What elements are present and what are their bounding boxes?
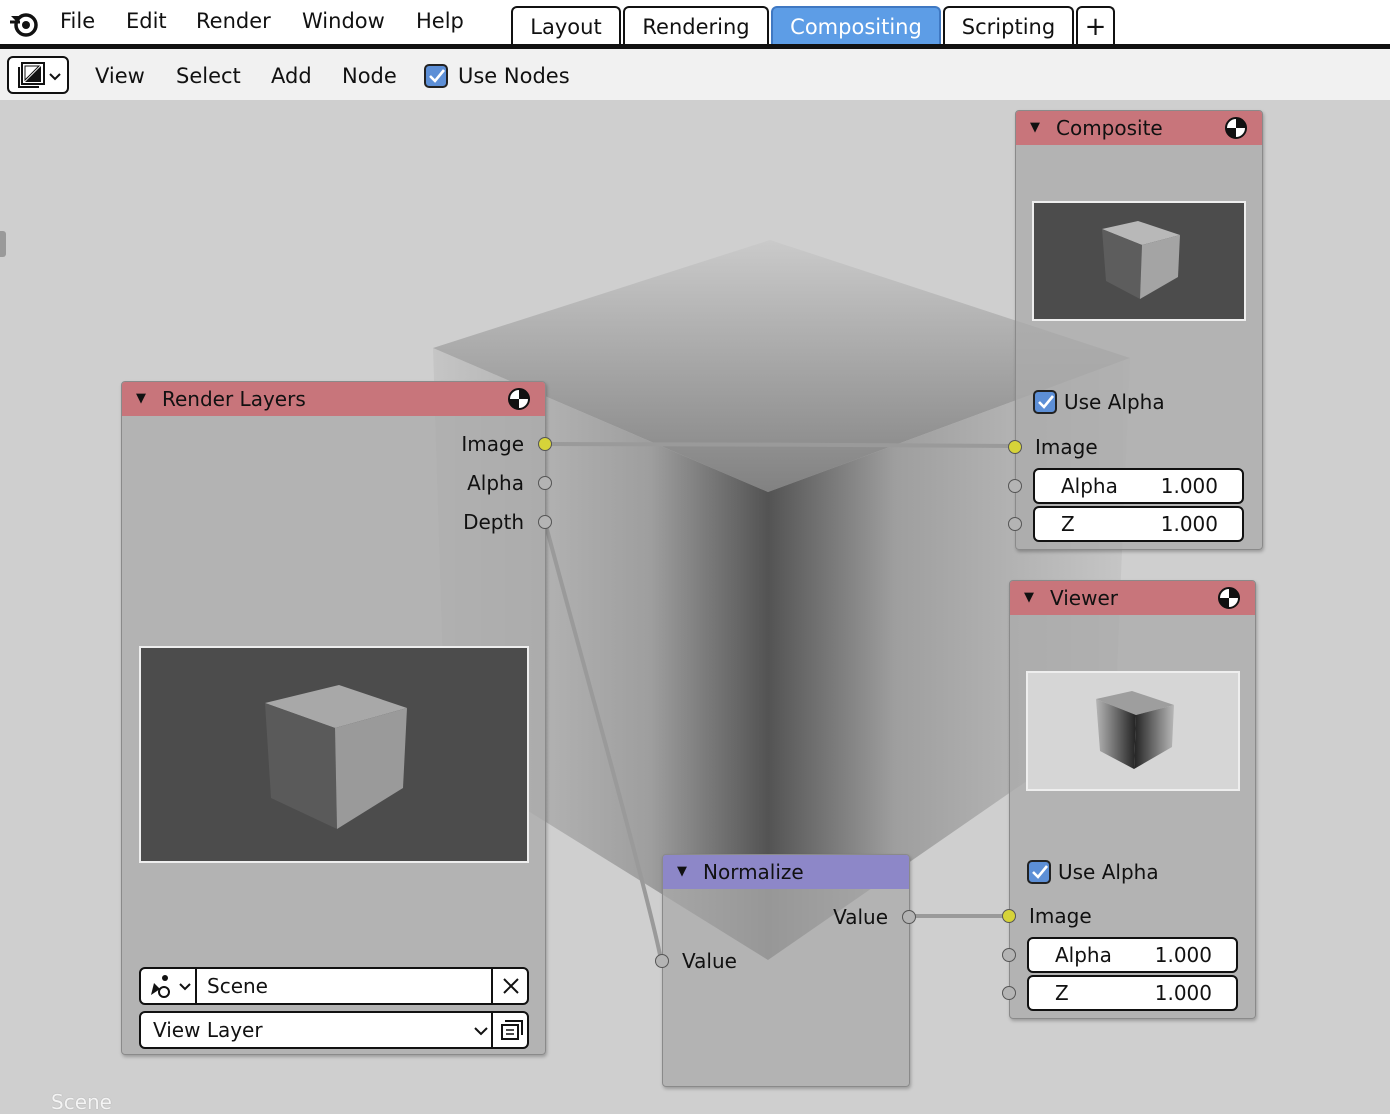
render-preview [139, 646, 529, 863]
add-workspace-button[interactable]: + [1076, 6, 1115, 44]
header-menu-node[interactable]: Node [342, 63, 397, 89]
viewer-preview [1026, 671, 1240, 791]
alpha-field-value: 1.000 [1160, 474, 1218, 498]
z-field-label: Z [1055, 981, 1069, 1005]
cube-depth-preview-image [1096, 691, 1174, 769]
alpha-field-value: 1.000 [1154, 943, 1212, 967]
normalize-header[interactable]: ▼ Normalize [663, 855, 909, 889]
scene-overlay-label: Scene [51, 1090, 112, 1114]
alpha-field-label: Alpha [1055, 943, 1112, 967]
menu-window[interactable]: Window [302, 8, 385, 34]
use-alpha-checkbox[interactable] [1027, 860, 1051, 884]
chevron-down-icon [474, 1027, 488, 1036]
input-z-socket[interactable] [1002, 986, 1016, 1000]
output-alpha-socket[interactable] [538, 476, 552, 490]
render-icon[interactable] [1224, 116, 1248, 140]
node-editor-icon [18, 62, 61, 88]
header-menu-add[interactable]: Add [271, 63, 312, 89]
cube-preview-image [265, 685, 407, 829]
input-image-socket[interactable] [1002, 909, 1016, 923]
collapse-arrow-icon[interactable]: ▼ [677, 855, 687, 889]
close-icon[interactable] [493, 969, 529, 1003]
tab-compositing[interactable]: Compositing [771, 6, 941, 44]
viewer-header[interactable]: ▼ Viewer [1010, 581, 1255, 615]
scene-name: Scene [207, 974, 268, 998]
composite-preview [1032, 201, 1246, 321]
node-editor-header: View Select Add Node Use Nodes [0, 49, 1390, 100]
menu-edit[interactable]: Edit [126, 8, 167, 34]
input-value-socket[interactable] [655, 954, 669, 968]
input-image-label: Image [1035, 435, 1098, 459]
top-menu-bar: File Edit Render Window Help Layout Rend… [0, 0, 1390, 44]
input-image-label: Image [1029, 904, 1092, 928]
tab-layout[interactable]: Layout [511, 6, 621, 44]
scene-icon [151, 975, 191, 998]
input-alpha-socket[interactable] [1008, 479, 1022, 493]
render-layers-node[interactable]: ▼ Render Layers Image Alpha Depth Scene … [121, 381, 552, 1055]
node-title: Render Layers [162, 387, 306, 411]
alpha-value-field[interactable]: Alpha 1.000 [1027, 937, 1238, 973]
use-alpha-label: Use Alpha [1058, 860, 1159, 884]
output-depth-socket[interactable] [538, 515, 552, 529]
checkmark-icon [429, 69, 446, 83]
blender-logo-icon[interactable] [8, 6, 42, 40]
output-value-socket[interactable] [902, 910, 916, 924]
use-alpha-checkbox[interactable] [1033, 390, 1057, 414]
output-image-socket[interactable] [538, 437, 552, 451]
region-scrollbar[interactable] [0, 231, 6, 257]
checkmark-icon [1038, 395, 1055, 409]
collapse-arrow-icon[interactable]: ▼ [1030, 111, 1040, 145]
header-menu-view[interactable]: View [95, 63, 145, 89]
use-nodes-label: Use Nodes [458, 64, 570, 88]
z-field-value: 1.000 [1154, 981, 1212, 1005]
output-image-label: Image [461, 432, 524, 456]
node-canvas[interactable]: Scene ▼ Render Layers Image Alpha Depth [0, 100, 1390, 1114]
render-layers-header[interactable]: ▼ Render Layers [122, 382, 545, 416]
render-icon[interactable] [507, 387, 531, 411]
node-title: Normalize [703, 860, 804, 884]
alpha-value-field[interactable]: Alpha 1.000 [1033, 468, 1244, 504]
view-layer-selector[interactable]: View Layer [139, 1011, 529, 1049]
menu-render[interactable]: Render [196, 8, 271, 34]
editor-type-selector[interactable] [7, 56, 69, 94]
use-alpha-label: Use Alpha [1064, 390, 1165, 414]
z-field-label: Z [1061, 512, 1075, 536]
collapse-arrow-icon[interactable]: ▼ [136, 382, 146, 416]
tab-scripting[interactable]: Scripting [943, 6, 1074, 44]
composite-header[interactable]: ▼ Composite [1016, 111, 1262, 145]
node-title: Viewer [1050, 586, 1118, 610]
input-image-socket[interactable] [1008, 440, 1022, 454]
checkmark-icon [1032, 865, 1049, 879]
z-value-field[interactable]: Z 1.000 [1033, 506, 1244, 542]
output-value-label: Value [833, 905, 888, 929]
collapse-arrow-icon[interactable]: ▼ [1024, 581, 1034, 615]
viewer-node[interactable]: ▼ Viewer Use Alpha Image Alpha 1.000 Z 1… [1002, 580, 1256, 1019]
output-depth-label: Depth [463, 510, 524, 534]
render-icon[interactable] [1217, 586, 1241, 610]
tab-rendering[interactable]: Rendering [623, 6, 769, 44]
view-layer-name: View Layer [153, 1018, 263, 1042]
input-value-label: Value [682, 949, 737, 973]
normalize-node[interactable]: ▼ Normalize Value Value [655, 854, 916, 1087]
output-alpha-label: Alpha [467, 471, 524, 495]
composite-node[interactable]: ▼ Composite Use Alpha Image Alpha 1.000 [1008, 110, 1263, 550]
render-layer-icon[interactable] [493, 1013, 529, 1047]
use-nodes-checkbox[interactable] [424, 64, 448, 88]
menu-file[interactable]: File [60, 8, 95, 34]
input-alpha-socket[interactable] [1002, 948, 1016, 962]
header-menu-select[interactable]: Select [176, 63, 241, 89]
scene-selector[interactable]: Scene [139, 967, 529, 1005]
node-title: Composite [1056, 116, 1163, 140]
z-field-value: 1.000 [1160, 512, 1218, 536]
cube-preview-image [1102, 221, 1180, 299]
menu-help[interactable]: Help [416, 8, 464, 34]
alpha-field-label: Alpha [1061, 474, 1118, 498]
input-z-socket[interactable] [1008, 517, 1022, 531]
z-value-field[interactable]: Z 1.000 [1027, 975, 1238, 1011]
